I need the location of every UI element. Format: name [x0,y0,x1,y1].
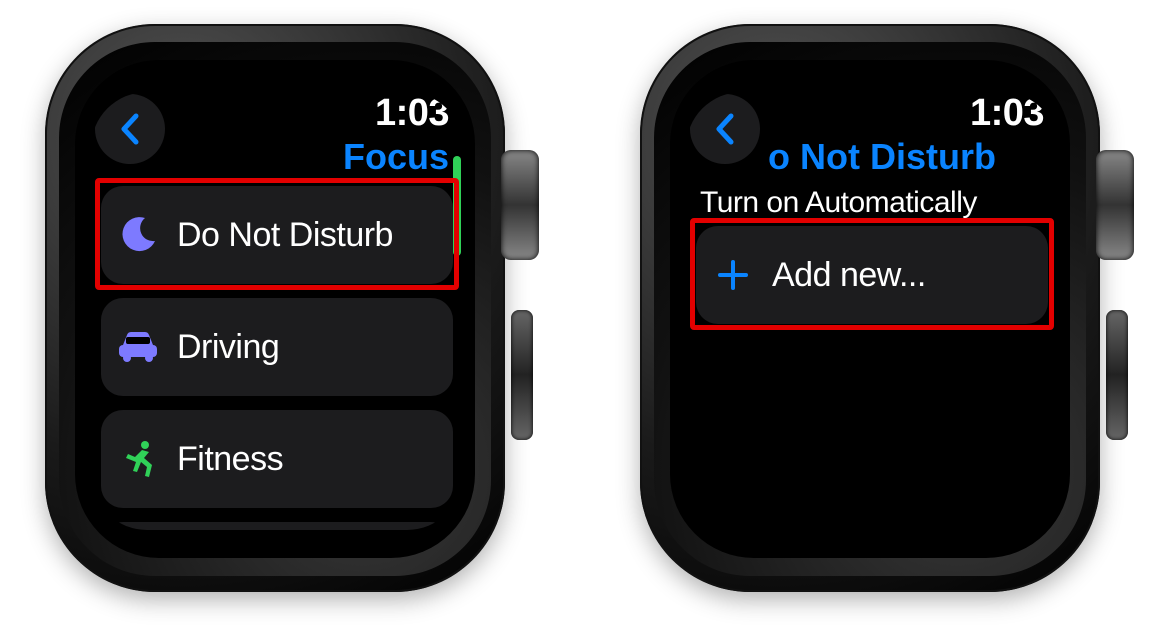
automation-list: Add new... [686,226,1058,324]
screen-focus: 1:03 Focus Do Not Disturb [91,92,463,530]
runner-icon [117,438,159,480]
focus-row-label: Do Not Disturb [177,216,393,255]
screen-dnd: 1:03 o Not Disturb Turn on Automatically… [686,92,1058,530]
focus-row-label: Driving [177,328,279,367]
chevron-left-icon [714,112,736,146]
back-button[interactable] [690,94,760,164]
chevron-left-icon [119,112,141,146]
watch-left: 1:03 Focus Do Not Disturb [35,20,525,605]
side-button[interactable] [1106,310,1128,440]
focus-row-do-not-disturb[interactable]: Do Not Disturb [101,186,453,284]
digital-crown[interactable] [501,150,539,260]
status-time: 1:03 [375,92,449,135]
back-button[interactable] [95,94,165,164]
car-icon [117,326,159,368]
focus-row-driving[interactable]: Driving [101,298,453,396]
focus-row-fitness[interactable]: Fitness [101,410,453,508]
add-new-label: Add new... [772,256,926,295]
digital-crown[interactable] [1096,150,1134,260]
focus-row-more[interactable] [101,522,453,530]
focus-list: Do Not Disturb Driving [91,186,463,530]
add-new-button[interactable]: Add new... [696,226,1048,324]
watch-right: 1:03 o Not Disturb Turn on Automatically… [630,20,1120,605]
section-header: Turn on Automatically [686,186,1058,226]
scroll-indicator [453,156,461,256]
side-button[interactable] [511,310,533,440]
plus-icon [712,254,754,296]
page-title: o Not Disturb [768,136,996,178]
moon-icon [117,214,159,256]
page-title: Focus [343,136,449,178]
focus-row-label: Fitness [177,440,283,479]
status-time: 1:03 [970,92,1044,135]
